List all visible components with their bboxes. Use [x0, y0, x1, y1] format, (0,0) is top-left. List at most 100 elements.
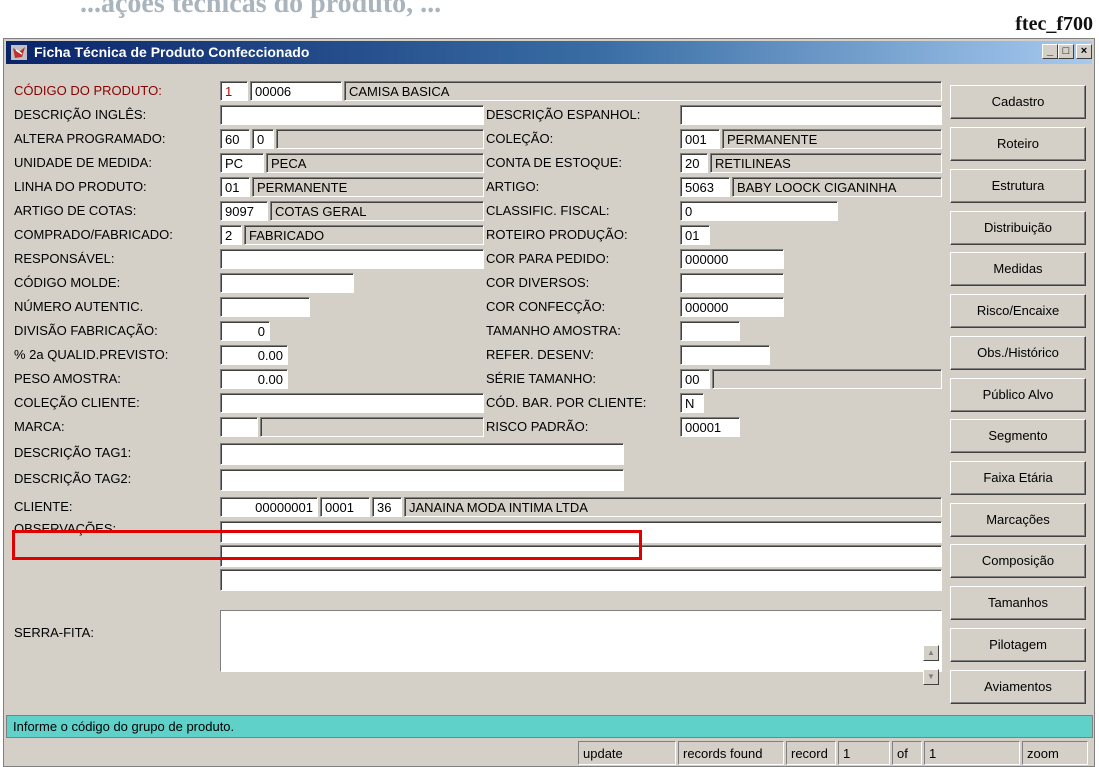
label-descricao-tag1: DESCRIÇÃO TAG1: [14, 445, 132, 460]
status-record-label: record [786, 741, 836, 765]
label-risco-padrao: RISCO PADRÃO: [486, 419, 589, 434]
codigo-molde-input[interactable] [220, 273, 354, 293]
cor-diversos-input[interactable] [680, 273, 784, 293]
classific-fiscal-input[interactable]: 0 [680, 201, 838, 221]
label-descricao-espanhol: DESCRIÇÃO ESPANHOL: [486, 107, 641, 122]
peso-amostra-input[interactable]: 0.00 [220, 369, 288, 389]
label-cliente: CLIENTE: [14, 499, 73, 514]
serra-fita-textarea[interactable]: ▲ ▼ [220, 610, 942, 685]
label-cor-diversos: COR DIVERSOS: [486, 275, 590, 290]
label-classific-fiscal: CLASSIFIC. FISCAL: [486, 203, 610, 218]
responsavel-input[interactable] [220, 249, 484, 269]
colecao-input[interactable]: 001 [680, 129, 720, 149]
label-codigo-molde: CÓDIGO MOLDE: [14, 275, 121, 290]
codigo-produto-input[interactable]: 00006 [250, 81, 342, 101]
numero-autentic-input[interactable] [220, 297, 310, 317]
marca-input[interactable] [220, 417, 258, 437]
cor-confeccao-input[interactable]: 000000 [680, 297, 784, 317]
segmento-button[interactable]: Segmento [950, 419, 1086, 453]
label-marca: MARCA: [14, 419, 65, 434]
marca-descricao [260, 417, 484, 437]
label-cod-bar-cliente: CÓD. BAR. POR CLIENTE: [486, 395, 647, 410]
marcacoes-button[interactable]: Marcações [950, 503, 1086, 537]
label-qualid-previsto: % 2a QUALID.PREVISTO: [14, 347, 169, 362]
artigo-cotas-input[interactable]: 9097 [220, 201, 268, 221]
descricao-espanhol-input[interactable] [680, 105, 942, 125]
label-serie-tamanho: SÉRIE TAMANHO: [486, 371, 597, 386]
scroll-up-icon[interactable]: ▲ [923, 645, 939, 661]
serie-tamanho-input[interactable]: 00 [680, 369, 710, 389]
label-peso-amostra: PESO AMOSTRA: [14, 371, 121, 386]
medidas-button[interactable]: Medidas [950, 252, 1086, 286]
label-numero-autentic: NÚMERO AUTENTIC. [14, 299, 144, 314]
artigo-descricao: BABY LOOCK CIGANINHA [732, 177, 942, 197]
label-serra-fita: SERRA-FITA: [14, 625, 94, 640]
label-observacoes: OBSERVAÇÕES: [14, 521, 117, 536]
cliente-digito-input[interactable]: 36 [372, 497, 402, 517]
codigo-produto-grupo-input[interactable]: 1 [220, 81, 248, 101]
status-mode: update [578, 741, 676, 765]
refer-desenv-input[interactable] [680, 345, 770, 365]
label-cor-pedido: COR PARA PEDIDO: [486, 251, 610, 266]
estrutura-button[interactable]: Estrutura [950, 169, 1086, 203]
form-code: ftec_f700 [1015, 13, 1093, 35]
altera-programado-input-1[interactable]: 60 [220, 129, 250, 149]
label-comprado-fabricado: COMPRADO/FABRICADO: [14, 227, 173, 242]
aviamentos-button[interactable]: Aviamentos [950, 670, 1086, 704]
label-artigo: ARTIGO: [486, 179, 540, 194]
label-linha-produto: LINHA DO PRODUTO: [14, 179, 147, 194]
cliente-filial-input[interactable]: 0001 [320, 497, 370, 517]
scroll-down-icon[interactable]: ▼ [923, 669, 939, 685]
label-responsavel: RESPONSÁVEL: [14, 251, 115, 266]
cliente-cnpj-input[interactable]: 00000001 [220, 497, 318, 517]
cliente-nome: JANAINA MODA INTIMA LTDA [404, 497, 942, 517]
linha-produto-input[interactable]: 01 [220, 177, 250, 197]
divisao-fabricacao-input[interactable]: 0 [220, 321, 270, 341]
message-bar: Informe o código do grupo de produto. [6, 715, 1093, 738]
status-zoom[interactable]: zoom [1022, 741, 1088, 765]
conta-estoque-descricao: RETILINEAS [710, 153, 942, 173]
tamanhos-button[interactable]: Tamanhos [950, 586, 1086, 620]
composicao-button[interactable]: Composição [950, 544, 1086, 578]
label-artigo-cotas: ARTIGO DE COTAS: [14, 203, 137, 218]
roteiro-button[interactable]: Roteiro [950, 127, 1086, 161]
tamanho-amostra-input[interactable] [680, 321, 740, 341]
altera-programado-input-2[interactable]: 0 [252, 129, 274, 149]
descricao-tag1-input[interactable] [220, 443, 624, 465]
qualid-previsto-input[interactable]: 0.00 [220, 345, 288, 365]
minimize-button[interactable]: _ [1042, 44, 1058, 59]
observacoes-line-2[interactable] [220, 545, 942, 567]
cadastro-button[interactable]: Cadastro [950, 85, 1086, 119]
label-descricao-tag2: DESCRIÇÃO TAG2: [14, 471, 132, 486]
unidade-medida-descricao: PECA [266, 153, 484, 173]
close-button[interactable]: × [1076, 44, 1092, 59]
cod-bar-cliente-input[interactable]: N [680, 393, 704, 413]
maximize-button[interactable]: □ [1058, 44, 1074, 59]
linha-produto-descricao: PERMANENTE [252, 177, 484, 197]
comprado-fabricado-input[interactable]: 2 [220, 225, 242, 245]
cor-pedido-input[interactable]: 000000 [680, 249, 784, 269]
obs-historico-button[interactable]: Obs./Histórico [950, 336, 1086, 370]
publico-alvo-button[interactable]: Público Alvo [950, 378, 1086, 412]
serie-tamanho-descricao [712, 369, 942, 389]
descricao-ingles-input[interactable] [220, 105, 484, 125]
label-colecao: COLEÇÃO: [486, 131, 554, 146]
colecao-cliente-input[interactable] [220, 393, 484, 413]
roteiro-producao-input[interactable]: 01 [680, 225, 710, 245]
pilotagem-button[interactable]: Pilotagem [950, 628, 1086, 662]
label-conta-estoque: CONTA DE ESTOQUE: [486, 155, 623, 170]
descricao-tag2-input[interactable] [220, 469, 624, 491]
unidade-medida-input[interactable]: PC [220, 153, 264, 173]
artigo-input[interactable]: 5063 [680, 177, 730, 197]
distribuicao-button[interactable]: Distribuição [950, 211, 1086, 245]
status-records-found: records found [678, 741, 784, 765]
observacoes-line-3[interactable] [220, 569, 942, 591]
status-of-value: 1 [924, 741, 1020, 765]
document-cut-title: ...ações técnicas do produto, ... [80, 0, 442, 19]
faixa-etaria-button[interactable]: Faixa Etária [950, 461, 1086, 495]
risco-padrao-input[interactable]: 00001 [680, 417, 740, 437]
observacoes-line-1[interactable] [220, 521, 942, 543]
risco-encaixe-button[interactable]: Risco/Encaixe [950, 294, 1086, 328]
conta-estoque-input[interactable]: 20 [680, 153, 708, 173]
codigo-produto-descricao: CAMISA BASICA [344, 81, 942, 101]
